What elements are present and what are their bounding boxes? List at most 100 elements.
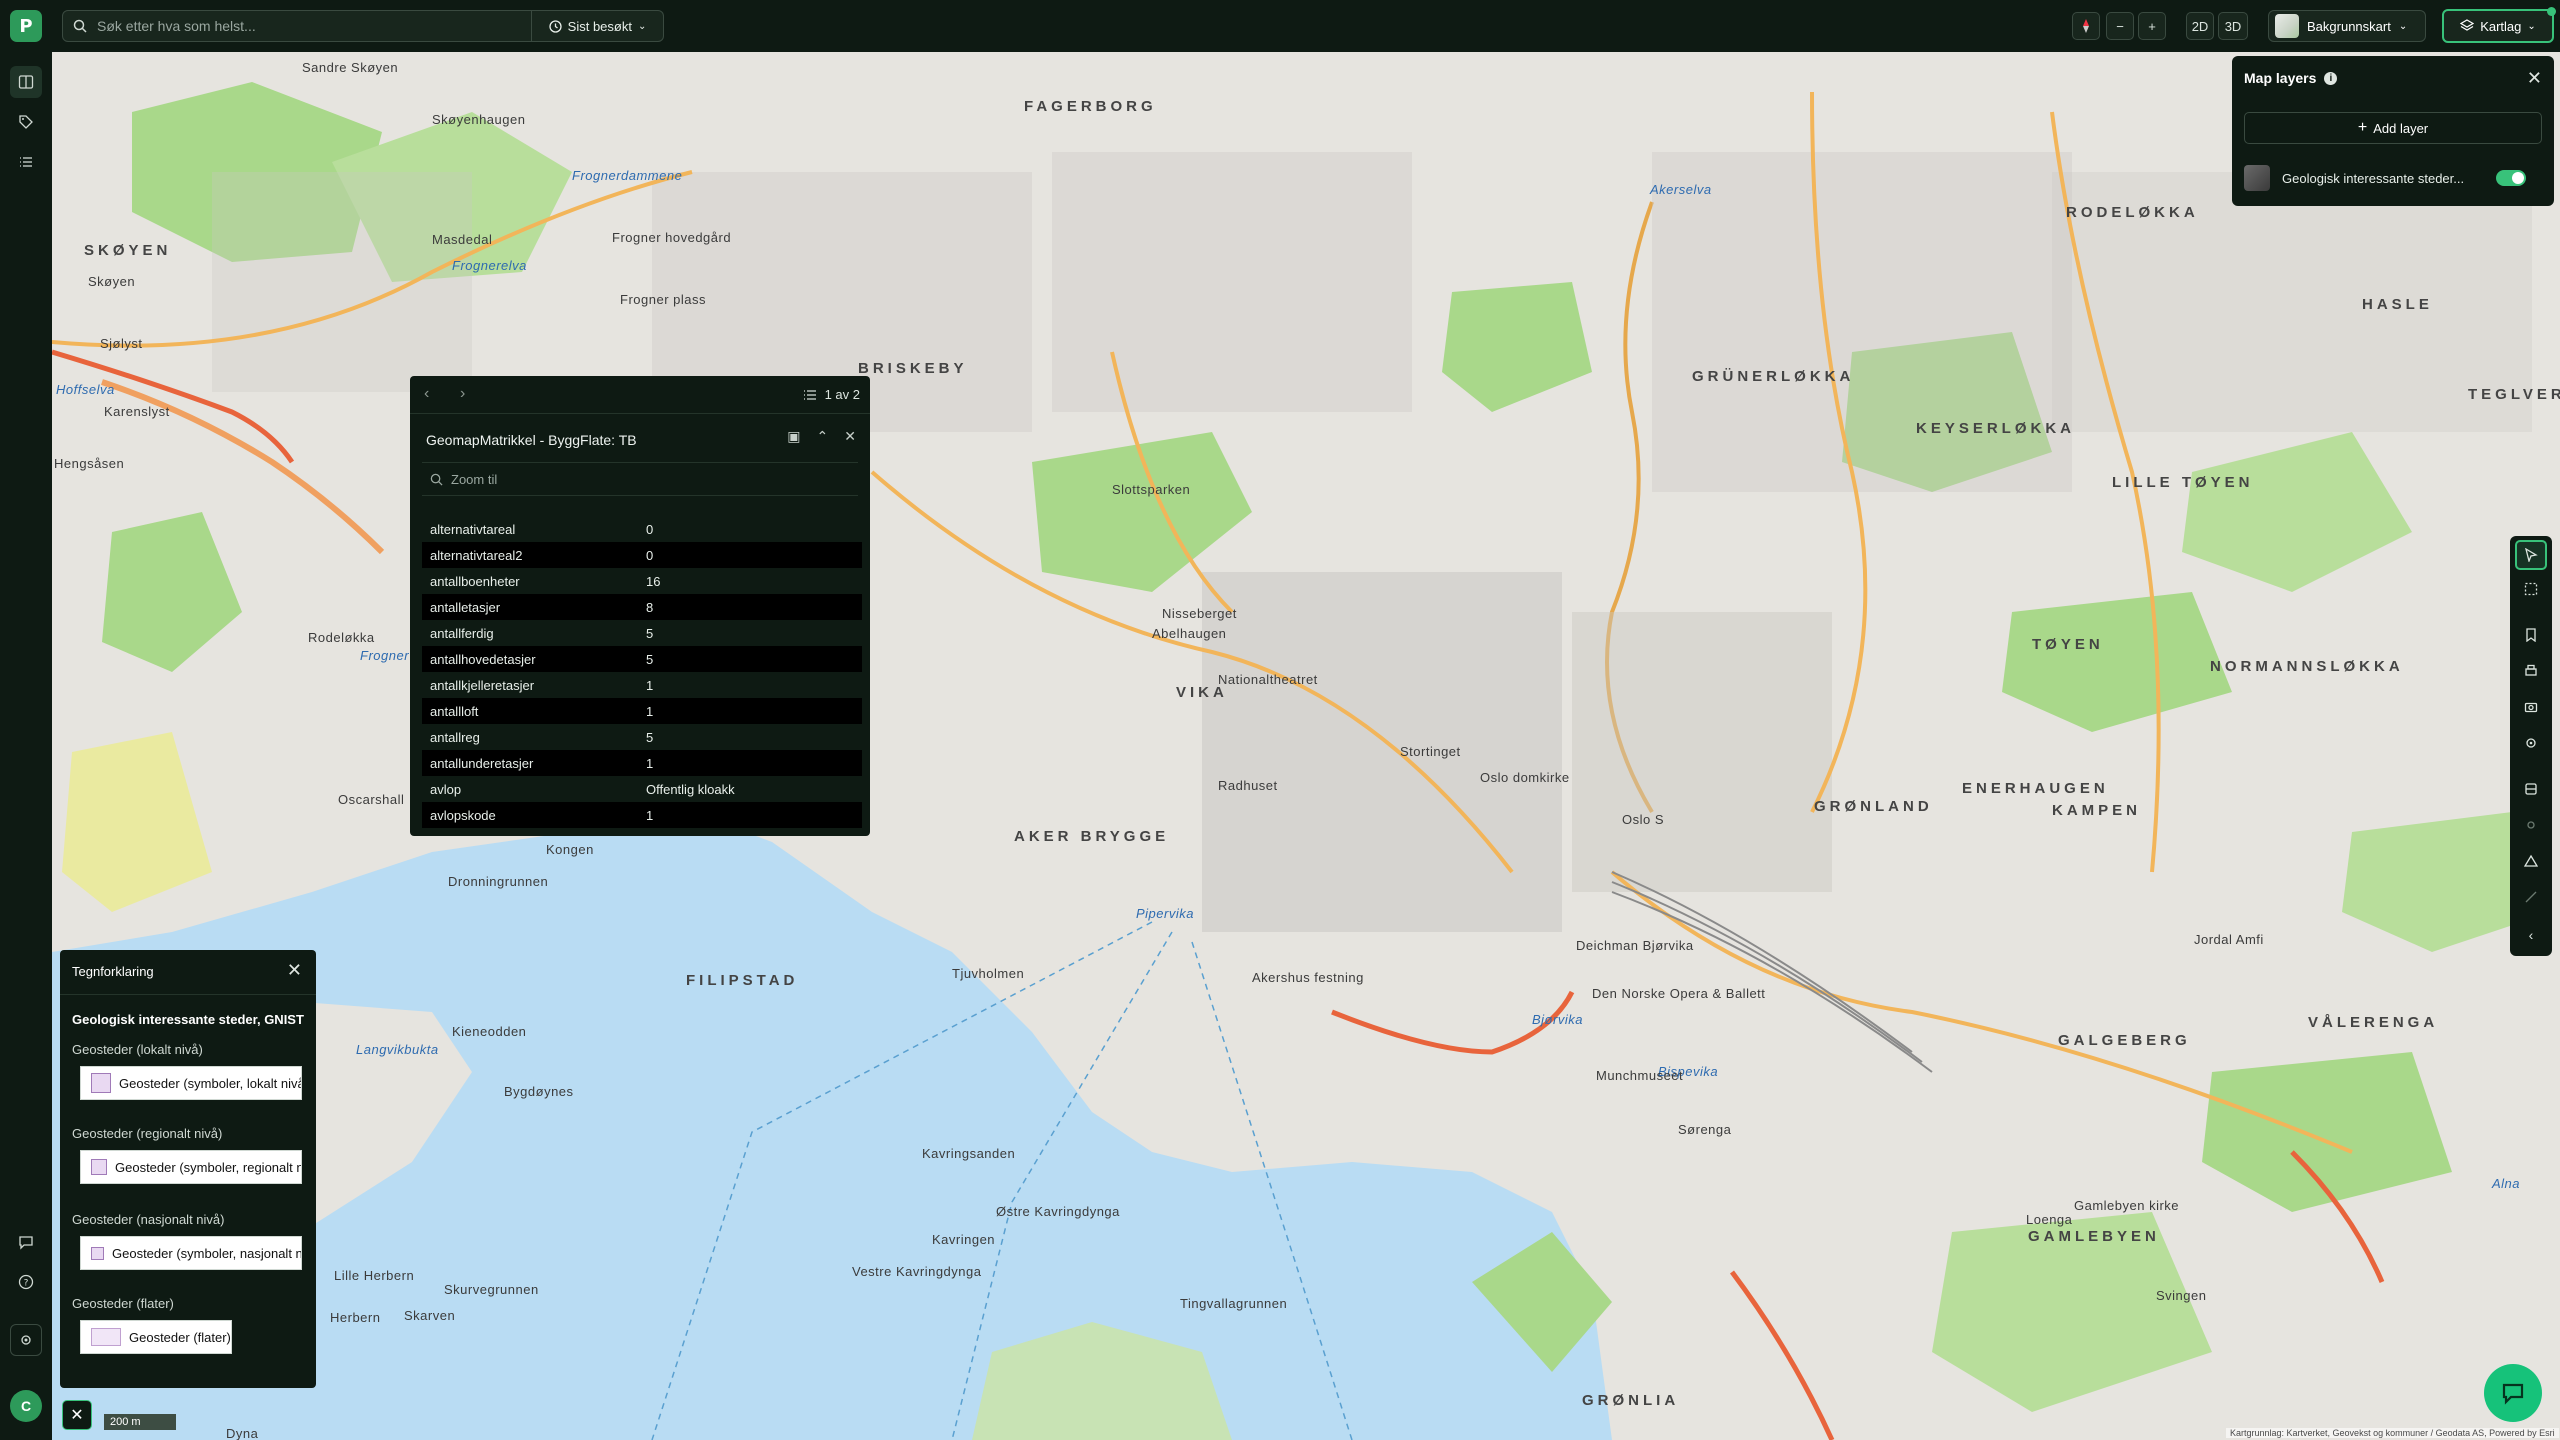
screenshot-button[interactable] xyxy=(2515,692,2547,722)
place-label: GAMLEBYEN xyxy=(2028,1228,2160,1245)
active-indicator xyxy=(2547,7,2556,16)
place-label: Karenslyst xyxy=(104,404,170,419)
locate-button[interactable] xyxy=(2515,728,2547,758)
tag-icon xyxy=(19,115,33,129)
zoom-in-button[interactable]: + xyxy=(2138,12,2166,40)
search-box[interactable] xyxy=(62,10,532,42)
background-label: Bakgrunnskart xyxy=(2307,18,2391,34)
user-avatar[interactable]: C xyxy=(10,1390,42,1422)
geosite-symbol-icon xyxy=(91,1073,111,1093)
printer-icon xyxy=(2525,664,2537,676)
table-row: antalletasjer 8 xyxy=(422,594,862,620)
camera-icon xyxy=(2524,702,2538,713)
table-row: antallferdig 5 xyxy=(422,620,862,646)
place-label: HASLE xyxy=(2362,296,2433,313)
place-label: Nisseberget xyxy=(1162,606,1237,621)
tags-button[interactable] xyxy=(10,106,42,138)
select-tool-button[interactable] xyxy=(2515,540,2547,570)
dock-icon[interactable]: ▣ xyxy=(787,428,800,445)
zoom-to-button[interactable]: Zoom til xyxy=(422,462,858,496)
draw-button[interactable] xyxy=(2515,882,2547,912)
chevron-down-icon: ⌄ xyxy=(2527,20,2536,32)
collapse-tools-button[interactable]: ‹ xyxy=(2515,920,2547,950)
rectangle-select-button[interactable] xyxy=(2515,574,2547,604)
view-3d-button[interactable]: 3D xyxy=(2218,12,2248,40)
place-label: KAMPEN xyxy=(2052,802,2142,819)
messages-button[interactable] xyxy=(10,1226,42,1258)
place-label: Kavringsanden xyxy=(922,1146,1016,1161)
list-button[interactable] xyxy=(10,146,42,178)
chevron-right-icon[interactable]: › xyxy=(460,385,465,403)
organization-button[interactable] xyxy=(10,1324,42,1356)
place-label: Herbern xyxy=(330,1310,381,1325)
list-icon[interactable] xyxy=(803,388,817,402)
list-icon xyxy=(20,157,32,167)
layers-button[interactable]: Kartlag ⌄ xyxy=(2442,7,2556,43)
place-label: Frogner hovedgård xyxy=(612,230,732,245)
attribute-key: antallferdig xyxy=(430,625,494,641)
chevron-left-icon[interactable]: ‹ xyxy=(424,385,429,403)
place-label: Den Norske Opera & Ballett xyxy=(1592,986,1766,1001)
attribute-value: 1 xyxy=(646,677,654,693)
compass-button[interactable] xyxy=(2072,12,2100,40)
layer-visibility-toggle[interactable] xyxy=(2496,170,2526,186)
background-map-select[interactable]: Bakgrunnskart ⌄ xyxy=(2268,10,2426,42)
table-row: antallboenheter 16 xyxy=(422,568,862,594)
divider xyxy=(60,994,316,995)
place-label: GALGEBERG xyxy=(2058,1032,2191,1049)
sun-button[interactable] xyxy=(2515,810,2547,840)
water-label: Langvikbukta xyxy=(356,1042,439,1057)
geosite-area-icon xyxy=(91,1328,121,1346)
place-label: TØYEN xyxy=(2032,636,2104,653)
scale-bar: 200 m xyxy=(104,1414,176,1430)
bookmark-button[interactable] xyxy=(2515,620,2547,650)
location-icon xyxy=(2526,738,2536,748)
close-icon[interactable]: ✕ xyxy=(844,428,856,445)
chevron-down-icon: ⌄ xyxy=(637,20,647,32)
feature-counter: 1 av 2 xyxy=(803,387,860,402)
add-layer-button[interactable]: + Add layer xyxy=(2244,112,2542,144)
feature-info-popup: ‹ › 1 av 2 GeomapMatrikkel - ByggFlate: … xyxy=(410,376,870,836)
attribute-key: antalletasjer xyxy=(430,599,501,615)
recent-dropdown[interactable]: Sist besøkt ⌄ xyxy=(532,10,664,42)
popup-actions: ▣ ⌃ ✕ xyxy=(787,428,856,445)
close-icon[interactable]: ✕ xyxy=(287,960,302,981)
chevron-down-icon: ⌄ xyxy=(2398,20,2408,32)
popup-navigation: ‹ › 1 av 2 xyxy=(410,376,870,414)
place-label: Sørenga xyxy=(1678,1122,1732,1137)
map-panel-button[interactable] xyxy=(10,66,42,98)
attribute-key: antallloft xyxy=(430,703,479,719)
top-bar: P Sist besøkt ⌄ − + 2D 3D Bakgrunnskart … xyxy=(0,0,2560,52)
measure-button[interactable] xyxy=(2515,846,2547,876)
place-label: NORMANNSLØKKA xyxy=(2210,658,2404,675)
book-icon xyxy=(18,75,34,89)
gear-icon xyxy=(21,1335,31,1345)
legend-item-label: Geosteder (symboler, lokalt nivå) xyxy=(119,1075,302,1091)
layer-row[interactable]: Geologisk interessante steder... xyxy=(2244,160,2542,196)
chevron-up-icon[interactable]: ⌃ xyxy=(817,428,829,445)
water-label: Alna xyxy=(2492,1176,2521,1191)
close-overlay-button[interactable]: ✕ xyxy=(62,1400,92,1430)
place-label: RODELØKKA xyxy=(2066,204,2199,221)
info-icon[interactable]: i xyxy=(2324,71,2338,85)
zoom-out-button[interactable]: − xyxy=(2106,12,2134,40)
table-row: avlopskode 1 xyxy=(422,802,862,828)
water-label: Akerselva xyxy=(1650,182,1712,197)
attribute-value: 0 xyxy=(646,521,654,537)
legend-item-label: Geosteder (flater) xyxy=(129,1329,231,1345)
search-input[interactable] xyxy=(97,18,517,34)
close-icon[interactable]: ✕ xyxy=(2527,68,2542,89)
print-button[interactable] xyxy=(2515,656,2547,686)
legend-panel: Tegnforklaring ✕ Geologisk interessante … xyxy=(60,950,316,1388)
water-label: Frognerelva xyxy=(452,258,527,273)
support-chat-button[interactable] xyxy=(2484,1364,2542,1422)
app-logo[interactable]: P xyxy=(10,10,42,42)
legend-item: Geosteder (symboler, nasjonalt nivå) xyxy=(80,1236,302,1270)
help-button[interactable]: ? xyxy=(10,1266,42,1298)
place-label: GRØNLAND xyxy=(1814,798,1933,815)
water-label: Hoffselva xyxy=(56,382,115,397)
attribute-value: Offentlig kloakk xyxy=(646,781,735,797)
view-2d-button[interactable]: 2D xyxy=(2186,12,2214,40)
save-map-button[interactable] xyxy=(2515,774,2547,804)
water-label: Frognerdammene xyxy=(572,168,683,183)
